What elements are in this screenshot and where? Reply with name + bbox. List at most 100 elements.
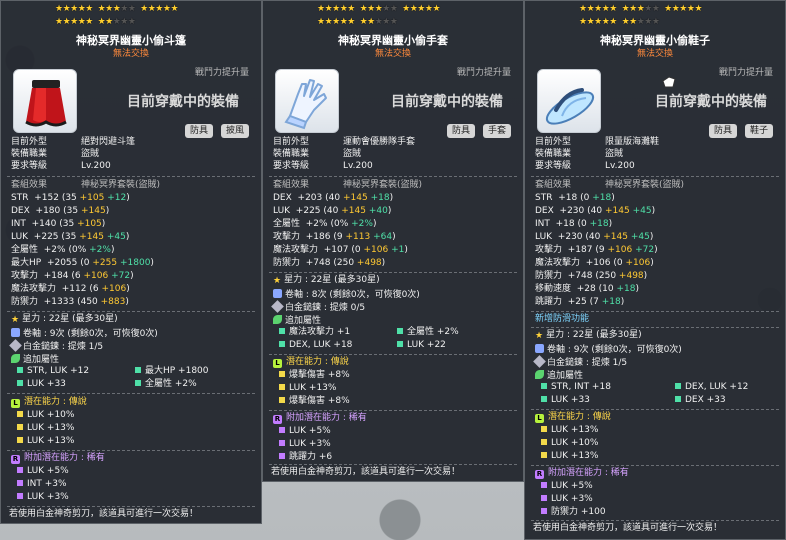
stat-row: LUK +225 (35 +145 +45) — [11, 232, 130, 242]
trade-footer: 若使用白金神奇剪刀，該道具可進行一次交易！ — [533, 523, 723, 533]
extra-stat: LUK +33 — [17, 380, 66, 389]
extra-stat: STR, INT +18 — [541, 383, 611, 392]
cloak-item-icon — [13, 69, 77, 133]
no-trade-label: 無法交換 — [374, 49, 411, 59]
stat-row: 最大HP +2055 (0 +255 +1800) — [11, 258, 154, 268]
leaf-icon — [535, 370, 544, 379]
new-feature-row: 新增防滑功能 — [535, 314, 590, 324]
attack-gain-label: 戰鬥力提升量 — [719, 68, 774, 78]
extra-stat: DEX, LUK +12 — [675, 383, 748, 392]
star-force-row: ★ 星力 : 22星 (最多30星) — [273, 275, 380, 286]
stat-row: STR +152 (35 +105 +12) — [11, 193, 130, 203]
trade-footer: 若使用白金神奇剪刀，該道具可進行一次交易！ — [271, 467, 461, 477]
glove-item-icon — [275, 69, 339, 133]
star-row-bottom: ★★★★★ ★★★★★ — [55, 17, 136, 27]
extra-stat: LUK +22 — [397, 341, 446, 350]
legendary-icon: L — [535, 414, 544, 423]
bonus-line: LUK +5% — [17, 467, 69, 476]
set-effect-row: 套組效果 神秘冥界套裝(盜賊) — [11, 180, 161, 190]
appearance-row: 目前外型 運動會優勝隊手套 — [273, 137, 416, 147]
item-name: 神秘冥界幽靈小偷手套 — [338, 34, 448, 47]
bonus-line: INT +3% — [17, 480, 67, 489]
stat-row: LUK +230 (40 +145 +45) — [535, 232, 654, 242]
stat-row: 防禦力 +1333 (450 +883) — [11, 297, 129, 307]
shoe-item-icon — [537, 69, 601, 133]
set-effect-row: 套組效果 神秘冥界套裝(盜賊) — [535, 180, 685, 190]
currently-wearing-label: 目前穿戴中的裝備 — [391, 94, 503, 110]
tag-category: 防具 — [447, 124, 476, 138]
extra-stat: STR, LUK +12 — [17, 367, 89, 376]
level-row: 要求等級 Lv.200 — [273, 161, 373, 171]
set-effect-row: 套組效果 神秘冥界套裝(盜賊) — [273, 180, 423, 190]
extra-stats-header: 追加屬性 — [11, 354, 59, 365]
bonus-line: LUK +3% — [541, 495, 593, 504]
appearance-row: 目前外型 絕對閃避斗篷 — [11, 137, 136, 147]
stat-row: STR +18 (0 +18) — [535, 193, 615, 203]
stat-row: 防禦力 +748 (250 +498) — [273, 258, 386, 268]
potential-line: LUK +10% — [17, 411, 74, 420]
attack-gain-label: 戰鬥力提升量 — [457, 68, 512, 78]
currently-wearing-label: 目前穿戴中的裝備 — [655, 94, 767, 110]
star-row-bottom: ★★★★★ ★★★★★ — [579, 17, 660, 27]
tag-slot: 手套 — [483, 124, 512, 138]
stat-row: INT +140 (35 +105) — [11, 219, 106, 229]
stat-row: 防禦力 +748 (250 +498) — [535, 271, 648, 281]
job-row: 裝備職業 盜賊 — [273, 149, 362, 159]
tooltip-shoes: ★★★★★ ★★★★★ ★★★★★ ★★★★★ ★★★★★ 神秘冥界幽靈小偷鞋子… — [524, 0, 786, 540]
stat-row: 攻擊力 +186 (9 +113 +64) — [273, 232, 396, 242]
potential-header: L 潛在能力 : 傳說 — [11, 398, 87, 408]
extra-stat: 全屬性 +2% — [135, 380, 197, 389]
potential-header: L 潛在能力 : 傳說 — [273, 358, 349, 368]
potential-line: LUK +10% — [541, 439, 598, 448]
star-icon: ★ — [11, 315, 20, 325]
scroll-row: 卷軸 : 9次 (剩餘0次，可恢復0次) — [535, 344, 682, 355]
stat-row: 全屬性 +2% (0% +2%) — [273, 219, 377, 229]
tag-category: 防具 — [709, 124, 738, 138]
star-row-top: ★★★★★ ★★★★★ ★★★★★ — [317, 4, 441, 14]
level-row: 要求等級 Lv.200 — [535, 161, 635, 171]
star-row-top: ★★★★★ ★★★★★ ★★★★★ — [579, 4, 703, 14]
rare-icon: R — [11, 455, 20, 464]
extra-stats-header: 追加屬性 — [535, 370, 583, 381]
cursor-hand-icon — [661, 75, 677, 89]
level-row: 要求等級 Lv.200 — [11, 161, 111, 171]
tag-category: 防具 — [185, 124, 214, 138]
extra-stat: 最大HP +1800 — [135, 367, 209, 376]
potential-line: 爆擊傷害 +8% — [279, 371, 350, 380]
stat-row: 攻擊力 +184 (6 +106 +72) — [11, 271, 134, 281]
stat-row: DEX +203 (40 +145 +18) — [273, 193, 394, 203]
item-name: 神秘冥界幽靈小偷斗篷 — [76, 34, 186, 47]
scroll-icon — [273, 289, 282, 298]
star-row-bottom: ★★★★★ ★★★★★ — [317, 17, 398, 27]
bonus-line: LUK +5% — [541, 482, 593, 491]
stat-row: DEX +230 (40 +145 +45) — [535, 206, 656, 216]
stat-row: 魔法攻擊力 +112 (6 +106) — [11, 284, 130, 294]
stat-row: 攻擊力 +187 (9 +106 +72) — [535, 245, 658, 255]
tag-slot: 鞋子 — [745, 124, 774, 138]
stat-row: 跳躍力 +25 (7 +18) — [535, 297, 625, 307]
stat-row: INT +18 (0 +18) — [535, 219, 613, 229]
leaf-icon — [273, 315, 282, 324]
extra-stat: 全屬性 +2% — [397, 328, 459, 337]
stat-row: 移動速度 +28 (10 +18) — [535, 284, 639, 294]
bonus-line: LUK +3% — [279, 440, 331, 449]
tag-slot: 披風 — [221, 124, 250, 138]
bonus-potential-header: R 附加潛在能力 : 稀有 — [273, 413, 367, 424]
stat-row: 魔法攻擊力 +106 (0 +106) — [535, 258, 654, 268]
appearance-row: 目前外型 限量版海灘鞋 — [535, 137, 660, 147]
bonus-line: 跳躍力 +6 — [279, 453, 332, 462]
scroll-row: 卷軸 : 9次 (剩餘0次，可恢復0次) — [11, 328, 158, 339]
leaf-icon — [11, 354, 20, 363]
hammer-row: 白金鎚鍊 : 提煉 0/5 — [271, 300, 365, 313]
extra-stat: DEX +33 — [675, 396, 726, 405]
job-row: 裝備職業 盜賊 — [535, 149, 624, 159]
potential-header: L 潛在能力 : 傳說 — [535, 413, 611, 423]
hammer-row: 白金鎚鍊 : 提煉 1/5 — [533, 355, 627, 368]
stat-row: LUK +225 (40 +145 +40) — [273, 206, 392, 216]
extra-stats-header: 追加屬性 — [273, 315, 321, 326]
bonus-potential-header: R 附加潛在能力 : 稀有 — [535, 468, 629, 479]
currently-wearing-label: 目前穿戴中的裝備 — [127, 94, 239, 110]
stat-row: 全屬性 +2% (0% +2%) — [11, 245, 115, 255]
legendary-icon: L — [11, 399, 20, 408]
legendary-icon: L — [273, 359, 282, 368]
